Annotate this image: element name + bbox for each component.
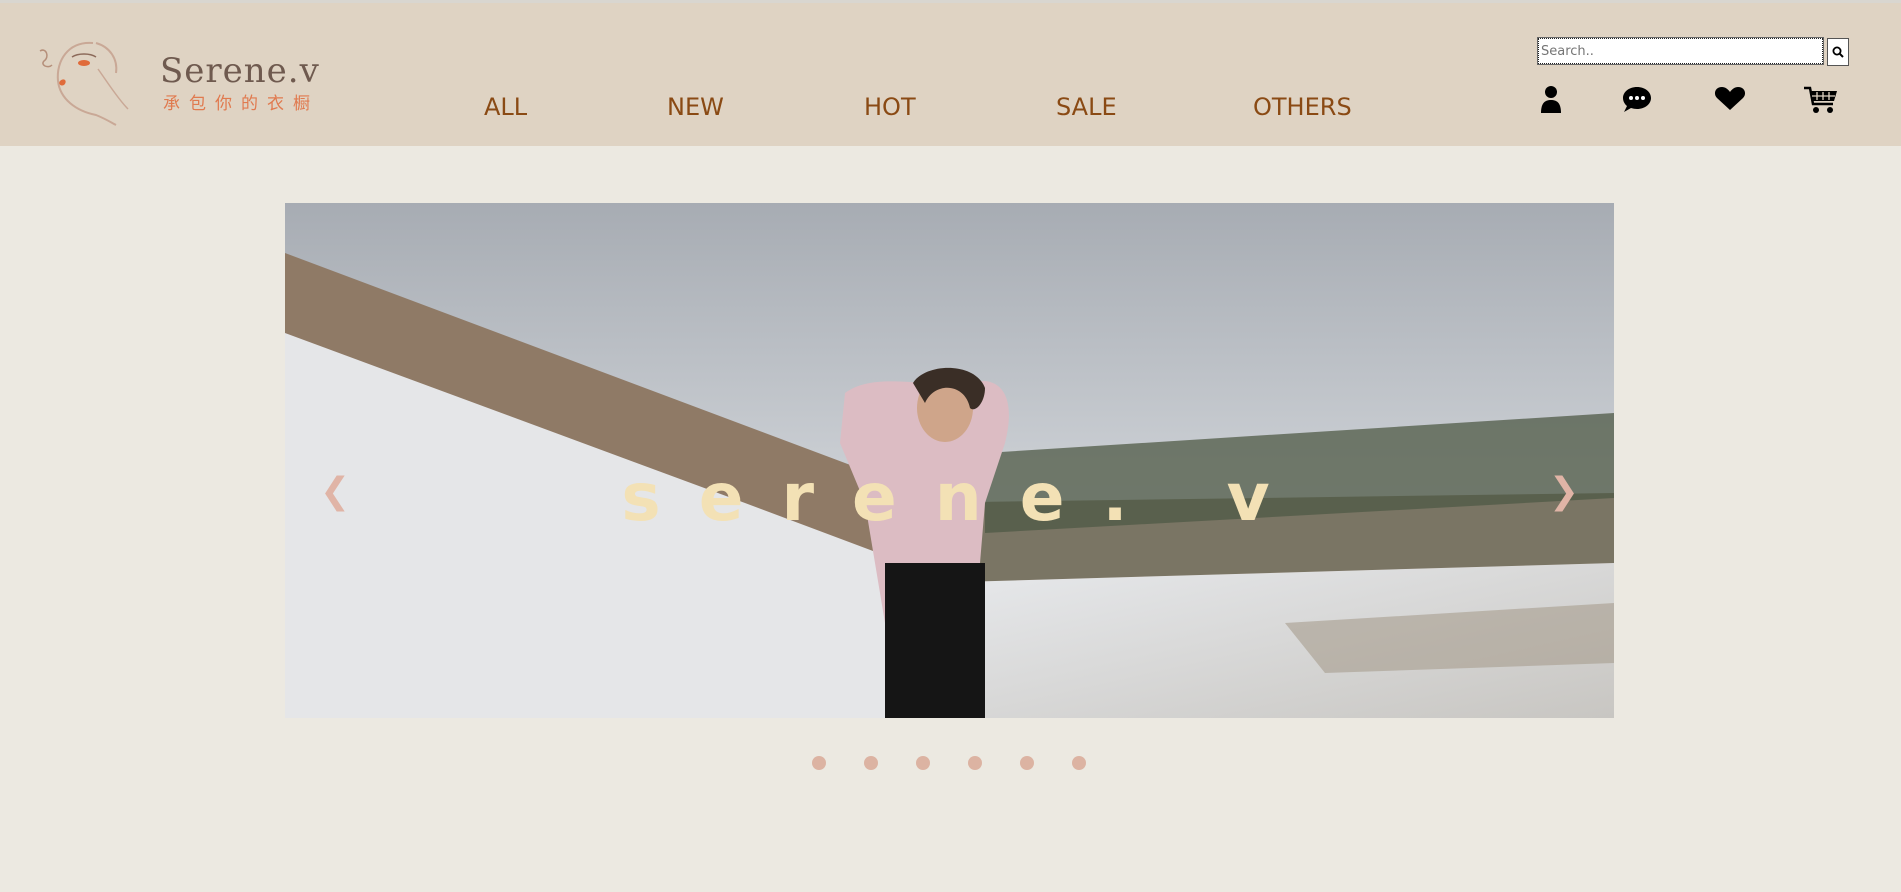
heart-icon: [1714, 87, 1746, 110]
search-input[interactable]: [1537, 37, 1824, 65]
hero-slider: serene. v ❮ ❯: [285, 203, 1614, 718]
slider-dot[interactable]: [968, 756, 982, 770]
nav-sale[interactable]: SALE: [1056, 93, 1117, 121]
slider-dot[interactable]: [1072, 756, 1086, 770]
slide-caption: serene. v: [621, 459, 1308, 536]
nav-new[interactable]: NEW: [667, 93, 724, 121]
nav-others[interactable]: OTHERS: [1253, 93, 1352, 121]
chat-icon: [1623, 87, 1651, 112]
slider-dot[interactable]: [1020, 756, 1034, 770]
slider-dot[interactable]: [812, 756, 826, 770]
main-nav: ALL NEW HOT SALE OTHERS: [0, 93, 1400, 133]
nav-all[interactable]: ALL: [484, 93, 527, 121]
site-header: Serene.v 承包你的衣橱 ALL NEW HOT SALE OTHERS: [0, 3, 1901, 146]
cart-button[interactable]: [1803, 85, 1839, 119]
slider-next-arrow[interactable]: ❯: [1549, 471, 1579, 512]
user-icon: [1541, 86, 1561, 113]
wishlist-button[interactable]: [1714, 85, 1746, 115]
account-button[interactable]: [1539, 85, 1563, 119]
search-icon: [1832, 46, 1844, 58]
brand-name: Serene.v: [160, 51, 320, 91]
messages-button[interactable]: [1621, 85, 1653, 117]
slider-prev-arrow[interactable]: ❮: [320, 471, 350, 512]
search-button[interactable]: [1827, 38, 1849, 66]
slider-dot[interactable]: [916, 756, 930, 770]
cart-icon: [1804, 86, 1837, 113]
slider-dot[interactable]: [864, 756, 878, 770]
nav-hot[interactable]: HOT: [864, 93, 916, 121]
